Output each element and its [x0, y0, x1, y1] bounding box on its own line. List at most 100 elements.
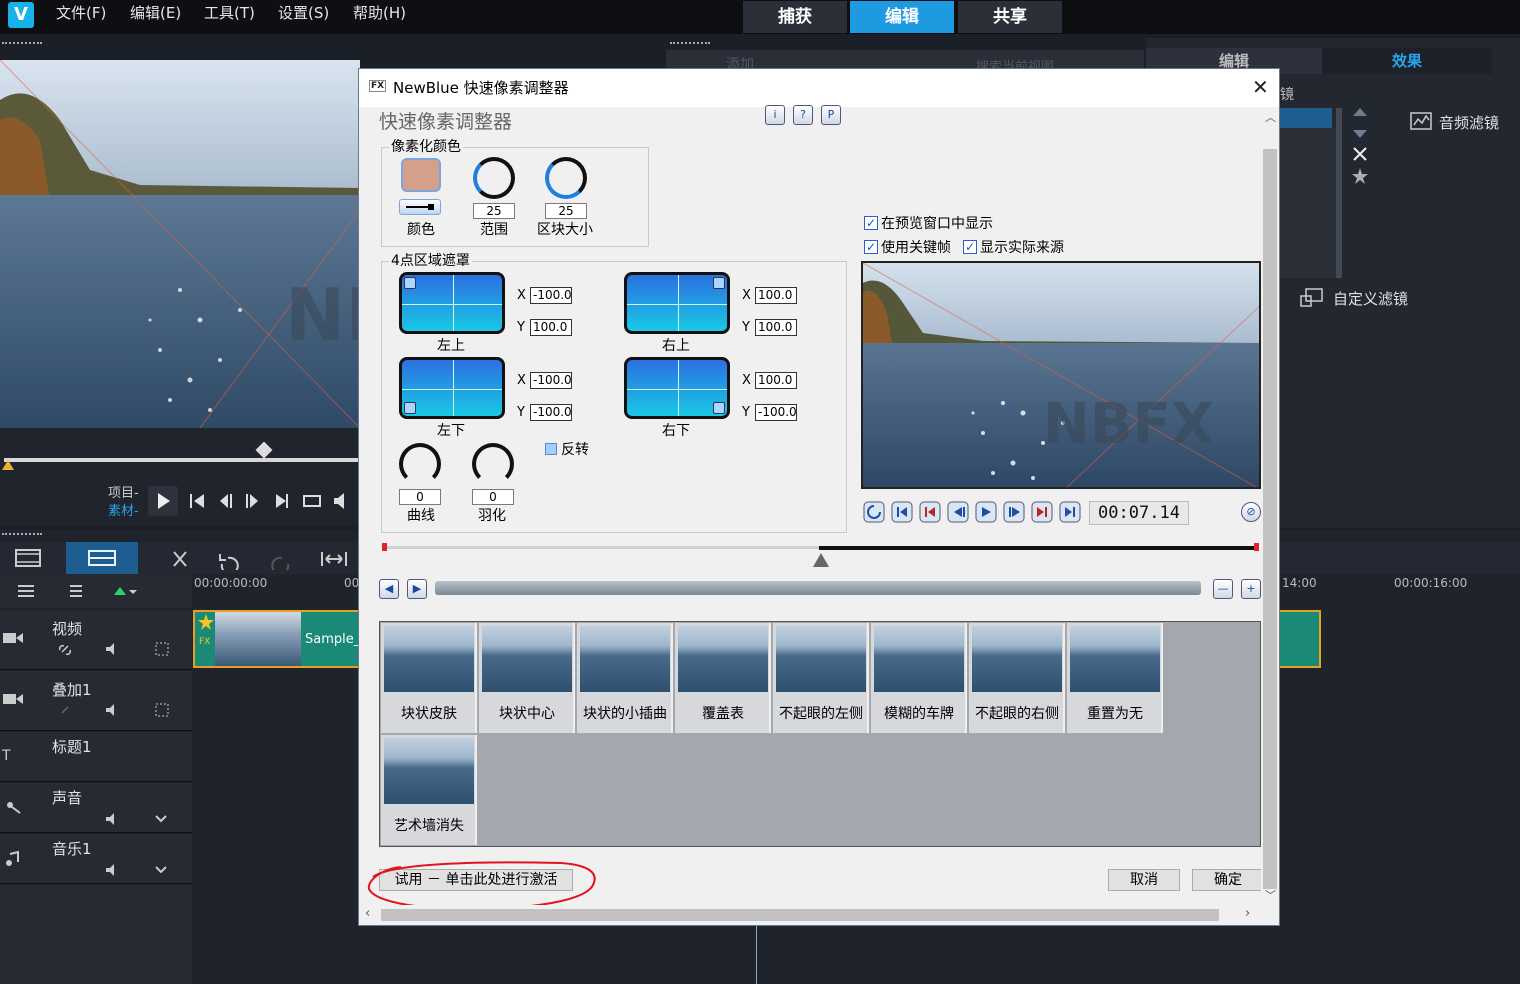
playhead[interactable]	[756, 926, 757, 984]
tab-capture[interactable]: 捕获	[743, 1, 847, 33]
top-right-y-input[interactable]: 100.0	[755, 319, 797, 336]
menu-help[interactable]: 帮助(H)	[353, 2, 406, 23]
bottom-right-y-input[interactable]: -100.0	[755, 404, 797, 421]
curve-knob[interactable]	[399, 443, 441, 485]
tab-share[interactable]: 共享	[958, 1, 1062, 33]
block-size-knob[interactable]	[545, 157, 587, 199]
track-manager-icons[interactable]	[16, 582, 146, 600]
cancel-button[interactable]: 取消	[1108, 869, 1180, 891]
preset-item[interactable]: 块状中心	[479, 623, 575, 733]
track-option-icons[interactable]	[104, 862, 174, 878]
track-header-music[interactable]: 音乐1	[0, 834, 192, 884]
zoom-out-button[interactable]: —	[1213, 579, 1233, 599]
trim-marker-icon[interactable]	[2, 460, 14, 470]
tab-edit[interactable]: 编辑	[850, 1, 954, 33]
curve-value[interactable]: 0	[399, 489, 441, 505]
scroll-right-icon[interactable]: ›	[1245, 906, 1250, 921]
filter-list[interactable]	[1280, 128, 1338, 278]
clip-mode-label[interactable]: 素材-	[108, 500, 139, 519]
menu-settings[interactable]: 设置(S)	[278, 2, 329, 23]
keyframe-start[interactable]	[382, 543, 387, 551]
scroll-left-button[interactable]: ◀	[379, 579, 399, 599]
preview-transport-icons[interactable]	[863, 501, 1093, 523]
top-left-y-input[interactable]: 100.0	[530, 319, 572, 336]
preset-item[interactable]: 重置为无	[1067, 623, 1163, 733]
transport-icons[interactable]	[188, 490, 358, 512]
preset-item[interactable]: 块状的小插曲	[577, 623, 673, 733]
scroll-right-button[interactable]: ▶	[407, 579, 427, 599]
horizontal-scrollbar[interactable]: ‹ ›	[359, 905, 1261, 925]
top-left-x-input[interactable]: -100.0	[530, 287, 572, 304]
vertical-scrollbar[interactable]: ︿ ﹀	[1261, 107, 1279, 905]
scroll-left-icon[interactable]: ‹	[365, 906, 370, 921]
panel-grip[interactable]	[2, 533, 42, 537]
track-option-icons[interactable]	[58, 640, 178, 658]
preset-item[interactable]: 艺术墙消失	[381, 735, 477, 845]
close-icon[interactable]: ✕	[1252, 75, 1269, 99]
corner-pad-top-left[interactable]	[399, 272, 505, 334]
filter-list-selected[interactable]	[1280, 108, 1332, 128]
color-swatch[interactable]	[401, 158, 441, 192]
feather-value[interactable]: 0	[472, 489, 514, 505]
play-button[interactable]	[148, 486, 178, 516]
preset-item[interactable]: 模糊的车牌	[871, 623, 967, 733]
show-in-preview-checkbox[interactable]: ✓	[864, 216, 878, 230]
timeline-view-button[interactable]	[66, 542, 138, 574]
bottom-left-x-input[interactable]: -100.0	[530, 372, 572, 389]
help-button[interactable]: ?	[793, 105, 813, 125]
track-header-video[interactable]: 视频	[0, 610, 192, 670]
keyframe-end[interactable]	[1254, 543, 1259, 551]
panel-grip[interactable]	[2, 42, 42, 46]
range-value[interactable]: 25	[473, 203, 515, 219]
track-header-voice[interactable]: 声音	[0, 783, 192, 833]
preset-item[interactable]: 不起眼的右侧	[969, 623, 1065, 733]
range-knob[interactable]	[473, 157, 515, 199]
corner-pad-bottom-left[interactable]	[399, 357, 505, 419]
preset-item[interactable]: 块状皮肤	[381, 623, 477, 733]
keyframe-cursor-icon[interactable]	[813, 553, 829, 567]
ok-button[interactable]: 确定	[1192, 869, 1264, 891]
block-size-value[interactable]: 25	[545, 203, 587, 219]
use-keyframes-checkbox[interactable]: ✓	[864, 240, 878, 254]
top-right-x-input[interactable]: 100.0	[755, 287, 797, 304]
corner-pad-bottom-right[interactable]	[624, 357, 730, 419]
menu-file[interactable]: 文件(F)	[56, 2, 106, 23]
track-header-title[interactable]: T 标题1	[0, 732, 192, 782]
preset-button[interactable]: P	[821, 105, 841, 125]
bottom-left-y-input[interactable]: -100.0	[530, 404, 572, 421]
filter-list-scrollbar[interactable]	[1336, 108, 1342, 278]
vertical-scroll-thumb[interactable]	[1263, 149, 1277, 889]
preset-item[interactable]: 覆盖表	[675, 623, 771, 733]
bottom-right-x-input[interactable]: 100.0	[755, 372, 797, 389]
corner-pad-top-right[interactable]	[624, 272, 730, 334]
project-mode-label[interactable]: 项目-	[108, 482, 139, 501]
scrub-bar[interactable]	[4, 458, 358, 462]
keyframe-scrollbar[interactable]	[435, 581, 1201, 595]
invert-checkbox[interactable]	[545, 443, 557, 455]
menu-tools[interactable]: 工具(T)	[204, 2, 255, 23]
scrub-handle[interactable]	[255, 441, 273, 459]
panel-grip[interactable]	[670, 42, 710, 46]
preset-item[interactable]: 不起眼的左侧	[773, 623, 869, 733]
custom-filter-button[interactable]: 自定义滤镜	[1333, 288, 1408, 309]
list-tool-icons[interactable]	[1350, 106, 1370, 186]
info-button[interactable]: i	[765, 105, 785, 125]
storyboard-view-icon[interactable]	[14, 548, 42, 568]
horizontal-scroll-thumb[interactable]	[381, 909, 1219, 921]
feather-knob[interactable]	[472, 443, 514, 485]
scroll-up-icon[interactable]: ︿	[1265, 109, 1276, 125]
audio-filter-button[interactable]: 音频滤镜	[1439, 112, 1499, 133]
track-option-icons[interactable]	[58, 701, 178, 719]
tab-effects-panel[interactable]: 效果	[1322, 48, 1492, 74]
timeline-tool-icons[interactable]	[170, 548, 370, 570]
zoom-in-button[interactable]: +	[1241, 579, 1261, 599]
track-option-icons[interactable]	[104, 811, 174, 827]
group-title: 像素化颜色	[389, 136, 463, 156]
scroll-down-icon[interactable]: ﹀	[1265, 887, 1276, 903]
dialog-titlebar[interactable]: FX NewBlue 快速像素调整器 ✕	[359, 69, 1279, 107]
show-source-checkbox[interactable]: ✓	[963, 240, 977, 254]
track-header-overlay[interactable]: 叠加1	[0, 671, 192, 731]
preview-settings-button[interactable]: ⊘	[1241, 502, 1261, 522]
menu-edit[interactable]: 编辑(E)	[130, 2, 181, 23]
color-picker-button[interactable]	[399, 199, 441, 215]
